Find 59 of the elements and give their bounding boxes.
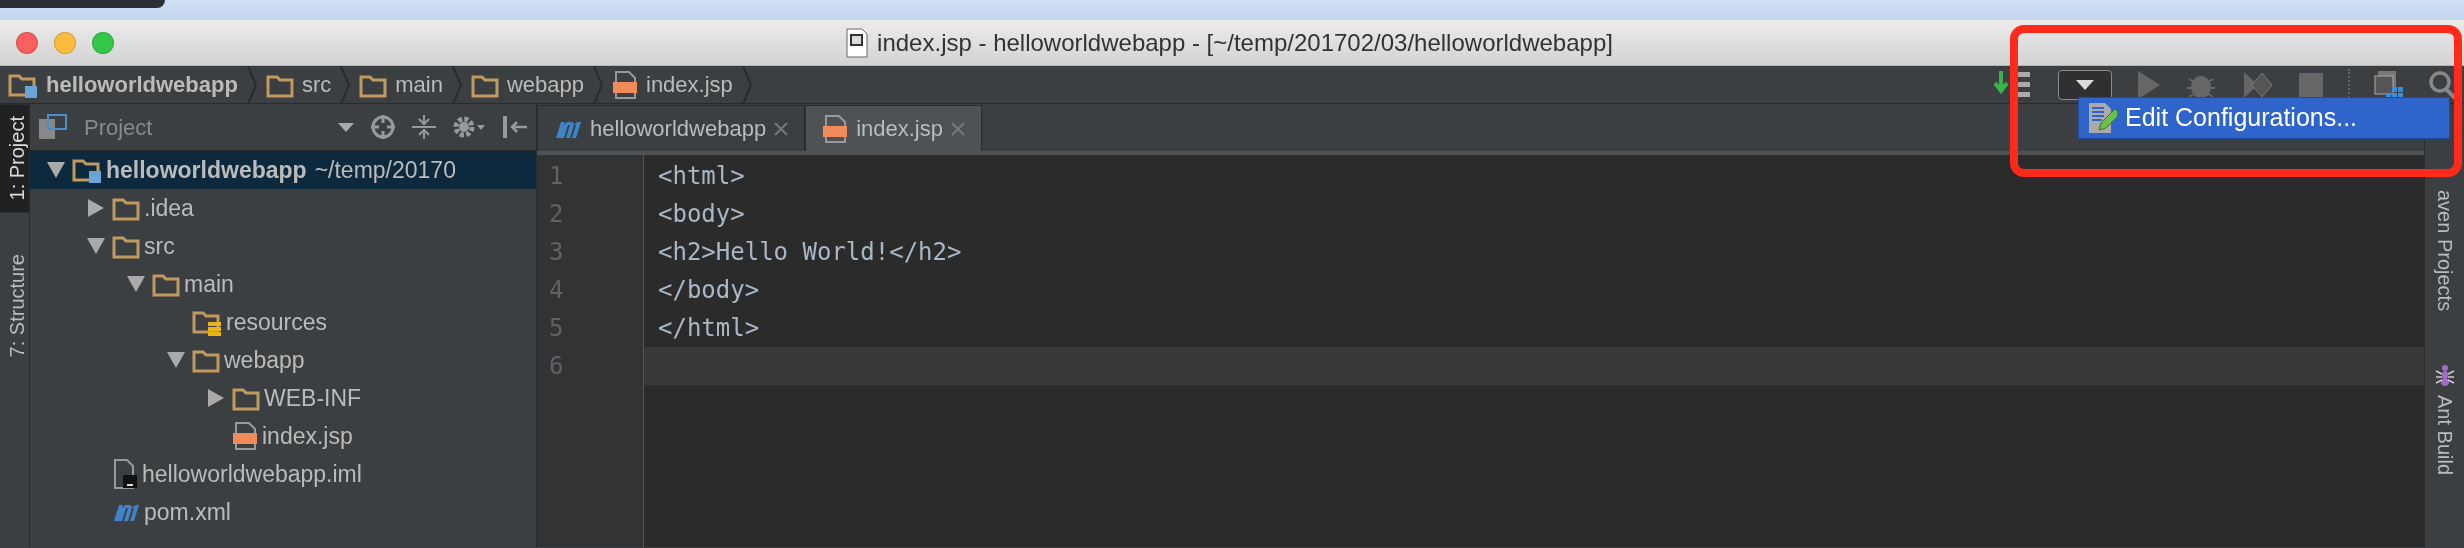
window-title: index.jsp - helloworldwebapp - [~/temp/201702/03/helloworldwebapp] <box>877 27 1613 58</box>
code-line: </html> <box>657 313 761 344</box>
tree-item[interactable]: helloworldwebapp ~/temp/20170 <box>30 151 536 189</box>
tool-window-tab[interactable]: Ant Build <box>2423 357 2464 482</box>
tree-item[interactable]: helloworldwebapp.iml <box>30 455 536 493</box>
expanded-arrow-icon <box>127 276 145 292</box>
stop-icon[interactable] <box>2298 71 2324 98</box>
tree-item[interactable]: webapp <box>30 341 536 379</box>
tree-item[interactable]: WEB-INF <box>30 379 536 417</box>
tool-window-tab[interactable]: aven Projects <box>2423 184 2464 318</box>
close-icon[interactable] <box>950 121 965 136</box>
breadcrumb-item[interactable]: webapp <box>470 68 584 101</box>
run-icon[interactable] <box>2136 69 2162 100</box>
expanded-arrow-icon <box>47 162 65 178</box>
gear-icon[interactable] <box>452 114 486 140</box>
tree-item[interactable]: pom.xml <box>30 493 536 531</box>
tree-item[interactable]: index.jsp <box>30 417 536 455</box>
close-icon[interactable] <box>774 121 789 136</box>
expanded-arrow-icon <box>87 238 105 254</box>
jsp-file-icon <box>612 70 638 99</box>
code-line: <html> <box>657 161 746 192</box>
tree-item[interactable]: src <box>30 227 536 265</box>
caret-icon <box>338 122 354 132</box>
tree-item[interactable]: main <box>30 265 536 303</box>
breadcrumb-item[interactable]: helloworldwebapp <box>8 68 238 101</box>
code-line: <body> <box>657 199 746 230</box>
collapse-all-icon[interactable] <box>412 114 436 140</box>
breadcrumb-item[interactable]: src <box>265 68 332 101</box>
tool-window-tab[interactable]: 1: Project <box>0 104 29 213</box>
run-configuration-dropdown[interactable] <box>2058 69 2112 100</box>
zoom-window-button[interactable] <box>92 31 114 54</box>
hide-panel-icon[interactable] <box>502 114 528 140</box>
minimize-window-button[interactable] <box>54 31 76 54</box>
path-text: ~/temp/20170 <box>314 155 456 185</box>
caret-icon <box>2076 79 2094 90</box>
coverage-icon[interactable] <box>2242 69 2274 100</box>
editor-tab[interactable]: index.jsp <box>805 105 982 151</box>
editor-tab[interactable]: helloworldwebapp <box>537 105 806 151</box>
collapsed-arrow-icon <box>88 199 104 217</box>
breadcrumb-item[interactable]: index.jsp <box>612 68 733 101</box>
module-file-icon <box>112 459 138 489</box>
menu-item[interactable]: Edit Configurations... <box>2079 98 2366 138</box>
tree-item[interactable]: .idea <box>30 189 536 227</box>
breadcrumb-item[interactable]: main <box>359 68 443 101</box>
project-view-icon <box>38 113 68 141</box>
document-icon <box>845 27 870 58</box>
locate-icon[interactable] <box>370 114 396 140</box>
jsp-file-icon <box>232 422 258 450</box>
view-selector[interactable]: Project <box>84 110 354 144</box>
code-line: </body> <box>657 275 761 306</box>
code-line: <h2>Hello World!</h2> <box>657 237 963 268</box>
tree-item[interactable]: resources <box>30 303 536 341</box>
edit-document-icon <box>2087 102 2117 134</box>
collapsed-arrow-icon <box>208 389 224 407</box>
search-icon[interactable] <box>2428 69 2456 100</box>
tool-window-tab[interactable]: 7: Structure <box>0 242 29 370</box>
jsp-file-icon <box>822 114 849 143</box>
close-window-button[interactable] <box>16 31 38 54</box>
expanded-arrow-icon <box>167 352 185 368</box>
